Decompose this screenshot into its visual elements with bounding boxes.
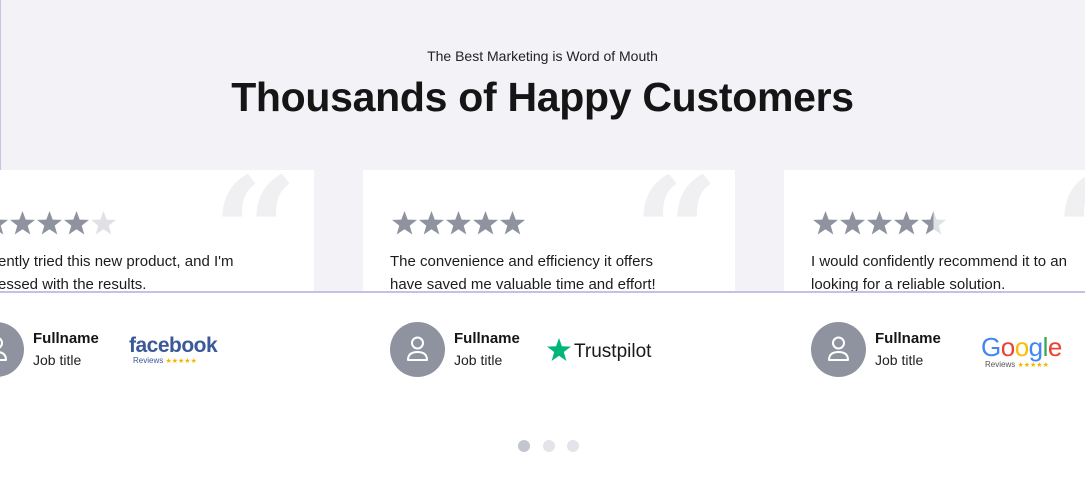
star-icon xyxy=(867,211,892,235)
author-name: Fullname xyxy=(33,330,99,347)
testimonial-text: I would confidently recommend it to an l… xyxy=(811,250,1067,292)
testimonial-card-3: “ I would confidently recommend it to an… xyxy=(784,170,1085,292)
testimonial-text: The convenience and efficiency it offers… xyxy=(390,250,656,292)
section-eyebrow: The Best Marketing is Word of Mouth xyxy=(427,48,658,64)
star-icon xyxy=(473,211,498,235)
star-icon xyxy=(0,219,8,235)
star-icon xyxy=(500,211,525,235)
star-icon xyxy=(813,211,838,235)
star-rating xyxy=(812,210,947,240)
section-headline: Thousands of Happy Customers xyxy=(231,74,854,120)
star-icon xyxy=(10,211,35,235)
testimonial-line-2: looking for a reliable solution. xyxy=(811,276,1006,292)
star-rating xyxy=(391,210,526,240)
user-icon xyxy=(828,336,849,361)
star-icon xyxy=(392,211,417,235)
testimonial-author-1: Fullname Job title facebook Reviews ★★★★… xyxy=(0,322,229,378)
author-job-title: Job title xyxy=(875,352,924,368)
star-icon xyxy=(37,211,62,235)
testimonial-line-1: I would confidently recommend it to an xyxy=(811,253,1067,270)
facebook-reviews-logo: facebook xyxy=(129,334,218,357)
star-rating xyxy=(0,210,117,240)
star-icon xyxy=(91,211,116,235)
user-icon xyxy=(0,337,7,361)
google-reviews-label: Reviews ★★★★★ xyxy=(985,360,1049,369)
pagination-dot-3[interactable] xyxy=(567,440,579,452)
star-icon xyxy=(64,211,89,235)
star-icon xyxy=(894,211,919,235)
testimonial-card-1: “ ently tried this new product, and I'm … xyxy=(0,170,314,292)
google-logo-letter: e xyxy=(1047,332,1062,362)
testimonial-line-1: The convenience and efficiency it offers xyxy=(390,253,653,270)
testimonial-author-3: Fullname Job title Google Reviews ★★★★★ xyxy=(811,322,1081,378)
star-icon xyxy=(921,211,946,235)
testimonial-line-2: have saved me valuable time and effort! xyxy=(390,276,656,292)
trustpilot-star-icon xyxy=(547,338,571,361)
star-icon xyxy=(840,211,865,235)
testimonial-text: ently tried this new product, and I'm es… xyxy=(0,250,233,292)
testimonial-card-2: “ The convenience and efficiency it offe… xyxy=(363,170,735,292)
star-icon xyxy=(446,211,471,235)
google-logo-letter: g xyxy=(1028,332,1043,362)
google-logo-letter: o xyxy=(1014,332,1029,362)
user-icon xyxy=(407,336,428,361)
facebook-reviews-label: Reviews ★★★★★ xyxy=(133,356,197,365)
testimonial-line-1: ently tried this new product, and I'm xyxy=(0,253,234,270)
avatar xyxy=(0,322,24,377)
star-icon xyxy=(419,211,444,235)
pagination-dot-2[interactable] xyxy=(543,440,555,452)
google-logo-letter: o xyxy=(1000,332,1015,362)
google-logo-letter: G xyxy=(981,332,1001,362)
author-job-title: Job title xyxy=(454,352,503,368)
author-job-title: Job title xyxy=(33,352,82,368)
trustpilot-logo: Trustpilot xyxy=(574,341,652,362)
avatar xyxy=(811,322,866,377)
author-name: Fullname xyxy=(454,330,520,347)
pagination-dot-1[interactable] xyxy=(518,440,530,452)
testimonial-author-2: Fullname Job title Trustpilot xyxy=(390,322,670,378)
section-divider xyxy=(0,291,1085,293)
testimonial-line-2: essed with the results. xyxy=(0,276,147,292)
author-name: Fullname xyxy=(875,330,941,347)
avatar xyxy=(390,322,445,377)
google-reviews-logo: Google xyxy=(981,332,1062,363)
